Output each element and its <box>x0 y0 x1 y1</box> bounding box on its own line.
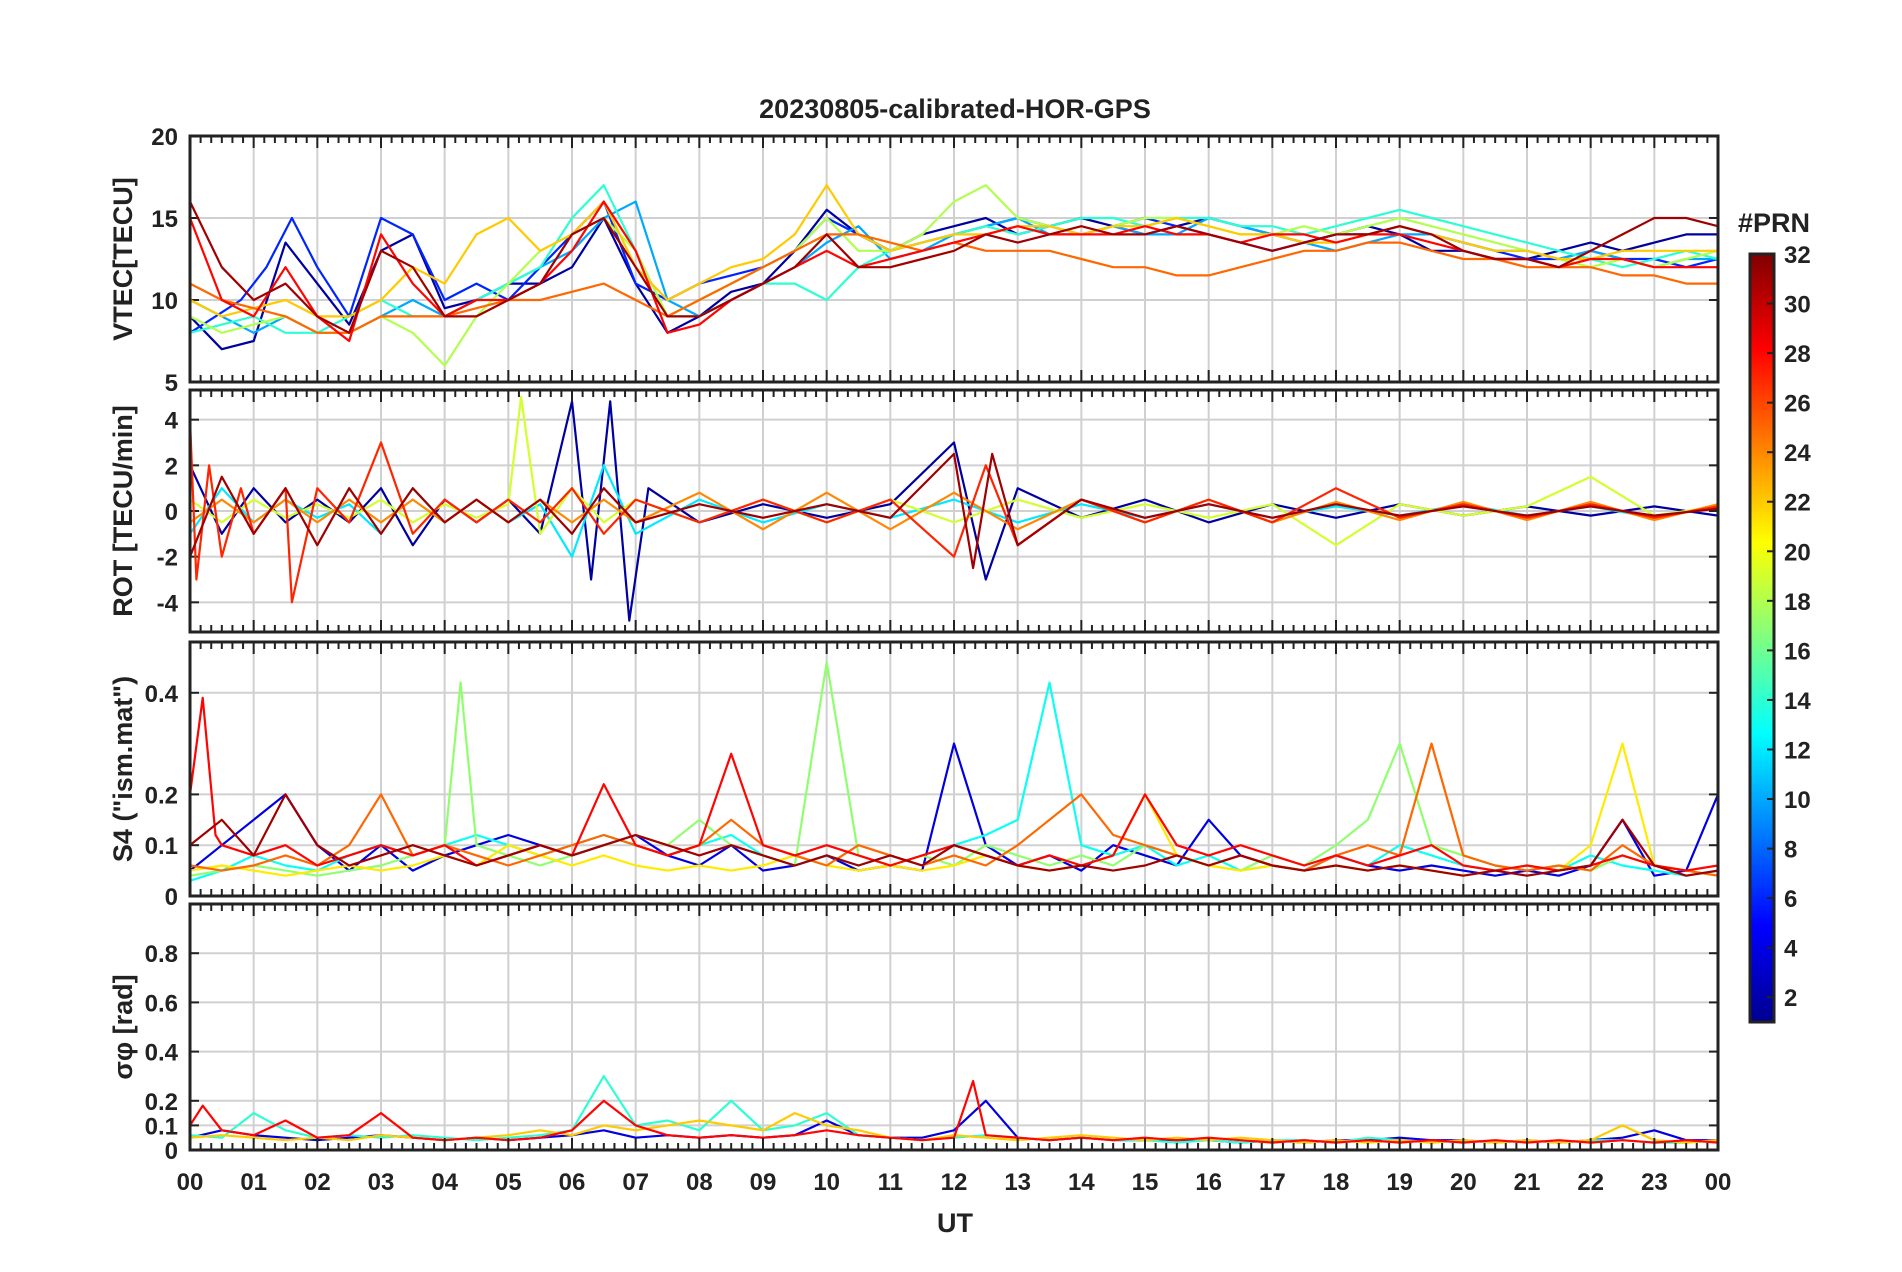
x-axis-label: UT <box>937 1208 973 1238</box>
y-tick-label: 2 <box>165 453 178 480</box>
x-tick-label: 13 <box>1004 1169 1031 1196</box>
colorbar-tick-label: 30 <box>1784 292 1811 319</box>
colorbar-tick-label: 26 <box>1784 391 1811 418</box>
colorbar-tick-label: 20 <box>1784 539 1811 566</box>
y-tick-label: 0.1 <box>145 833 178 860</box>
x-tick-label: 01 <box>240 1169 267 1196</box>
panel-3: 0 0.1 0.2 0.4 S4 ("ism.mat") <box>108 640 1720 911</box>
colorbar: #PRN 2468101214161820222426283032 <box>1738 208 1811 1024</box>
y-tick-label: 0 <box>165 884 178 911</box>
x-tick-label: 20 <box>1450 1169 1477 1196</box>
colorbar-tick-label: 14 <box>1784 688 1811 715</box>
x-tick-label: 02 <box>304 1169 331 1196</box>
y-tick-label: 0.2 <box>145 782 178 809</box>
y-axis-label: σφ [rad] <box>108 974 138 1079</box>
y-axis-label: VTEC[TECU] <box>108 177 138 341</box>
colorbar-tick-label: 6 <box>1784 886 1797 913</box>
x-tick-label: 19 <box>1386 1169 1413 1196</box>
y-tick-label: 4 <box>165 408 179 435</box>
y-axis-label: ROT [TECU/min] <box>108 405 138 616</box>
colorbar-tick-label: 18 <box>1784 589 1811 616</box>
x-tick-label: 00 <box>1705 1169 1732 1196</box>
y-tick-label: 0 <box>165 499 178 526</box>
panels-group: 5101520VTEC[TECU]-4-2024ROT [TECU/min]00… <box>108 124 1720 1165</box>
colorbar-tick-label: 10 <box>1784 787 1811 814</box>
x-tick-label: 07 <box>622 1169 649 1196</box>
x-tick-label: 08 <box>686 1169 713 1196</box>
y-tick-label: 0.1 <box>145 1113 178 1140</box>
colorbar-label: #PRN <box>1738 208 1810 238</box>
y-tick-label: 0.2 <box>145 1089 178 1116</box>
colorbar-tick-label: 4 <box>1784 936 1798 963</box>
panel-2: -4 -2 0 2 4 ROT [TECU/min] <box>108 388 1720 634</box>
x-tick-label: 09 <box>750 1169 777 1196</box>
x-tick-label: 11 <box>878 1169 903 1196</box>
y-axis-label: S4 ("ism.mat") <box>108 676 138 862</box>
colorbar-tick-label: 2 <box>1784 985 1797 1012</box>
x-tick-label: 15 <box>1132 1169 1159 1196</box>
x-tick-label: 18 <box>1323 1169 1350 1196</box>
x-tick-label: 05 <box>495 1169 522 1196</box>
x-tick-label: 03 <box>368 1169 395 1196</box>
colorbar-tick-label: 22 <box>1784 490 1811 517</box>
x-tick-label: 16 <box>1195 1169 1222 1196</box>
y-tick-label: 15 <box>151 206 178 233</box>
colorbar-tick-label: 24 <box>1784 440 1811 467</box>
y-tick-label: 0.8 <box>145 941 178 968</box>
colorbar-gradient <box>1748 252 1776 1024</box>
y-tick-label: -4 <box>157 590 179 617</box>
x-tick-label: 04 <box>431 1169 458 1196</box>
chart-title: 20230805-calibrated-HOR-GPS <box>759 94 1151 124</box>
x-tick-label: 00 <box>177 1169 204 1196</box>
y-tick-label: 0.6 <box>145 990 178 1017</box>
y-tick-label: 20 <box>151 124 178 151</box>
x-tick-label: 06 <box>559 1169 586 1196</box>
x-tick-label: 12 <box>941 1169 968 1196</box>
x-tick-label: 21 <box>1514 1169 1541 1196</box>
panel-4: 00.10.2 0.4 0.6 0.8 σφ [rad] <box>108 902 1720 1165</box>
y-tick-label: -2 <box>157 545 178 572</box>
chart-figure: 20230805-calibrated-HOR-GPS 5101520VTEC[… <box>108 94 1811 1238</box>
x-axis: 00 01 02 03 04 05 06 07 08 09 10 11 12 13 14 15 16 17 18 19… <box>177 1169 1732 1196</box>
x-tick-label: 22 <box>1577 1169 1604 1196</box>
x-tick-label: 17 <box>1259 1169 1286 1196</box>
y-tick-label: 10 <box>151 288 178 315</box>
y-tick-label: 0.4 <box>145 1040 179 1067</box>
colorbar-tick-label: 12 <box>1784 737 1811 764</box>
colorbar-tick-label: 28 <box>1784 341 1811 368</box>
panel-1: 5 10 15 20 VTEC[TECU] <box>108 124 1720 397</box>
colorbar-tick-label: 8 <box>1784 837 1797 864</box>
colorbar-tick-label: 16 <box>1784 638 1811 665</box>
x-tick-label: 10 <box>813 1169 840 1196</box>
y-tick-label: 0.4 <box>145 681 179 708</box>
y-tick-label: 0 <box>165 1138 178 1165</box>
x-tick-label: 14 <box>1068 1169 1095 1196</box>
colorbar-tick-label: 32 <box>1784 242 1811 269</box>
y-tick-label: 5 <box>165 370 178 397</box>
x-tick-label: 23 <box>1641 1169 1668 1196</box>
